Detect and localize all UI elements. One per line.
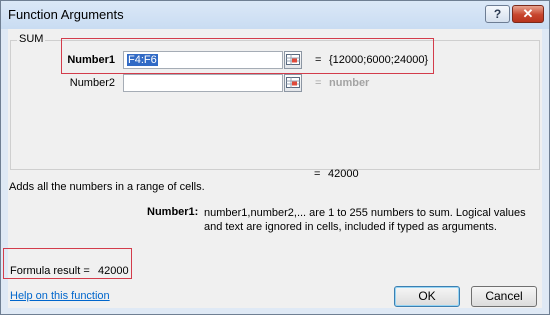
total-equals: =	[314, 168, 321, 180]
cancel-button[interactable]: Cancel	[471, 286, 537, 307]
function-arguments-dialog: Function Arguments ? ✕ SUM Number1 F4:F6…	[0, 0, 550, 315]
arg-label-number2: Number2	[69, 77, 115, 89]
close-button[interactable]: ✕	[512, 5, 544, 23]
number2-input[interactable]	[123, 74, 283, 92]
range-select-icon	[286, 77, 300, 88]
help-on-function-link[interactable]: Help on this function	[10, 290, 110, 302]
formula-result-value: 42000	[98, 265, 129, 277]
help-button[interactable]: ?	[485, 5, 510, 23]
total-value: 42000	[328, 168, 359, 180]
function-description: Adds all the numbers in a range of cells…	[9, 181, 205, 193]
title-bar: Function Arguments ? ✕	[1, 1, 549, 29]
ok-button[interactable]: OK	[394, 286, 460, 307]
dialog-body: SUM Number1 F4:F6 = {12000;6000;24000} N…	[3, 29, 542, 308]
collapse-dialog-button-number2[interactable]	[284, 74, 302, 92]
dialog-title: Function Arguments	[8, 7, 124, 22]
arg-help-text: number1,number2,... are 1 to 255 numbers…	[204, 207, 526, 233]
arg-help-label: Number1:	[147, 206, 199, 218]
number2-result: number	[329, 77, 370, 89]
number1-highlight	[61, 38, 434, 74]
number2-equals: =	[315, 77, 322, 89]
function-name: SUM	[17, 33, 46, 45]
formula-result-label: Formula result =	[10, 265, 90, 277]
